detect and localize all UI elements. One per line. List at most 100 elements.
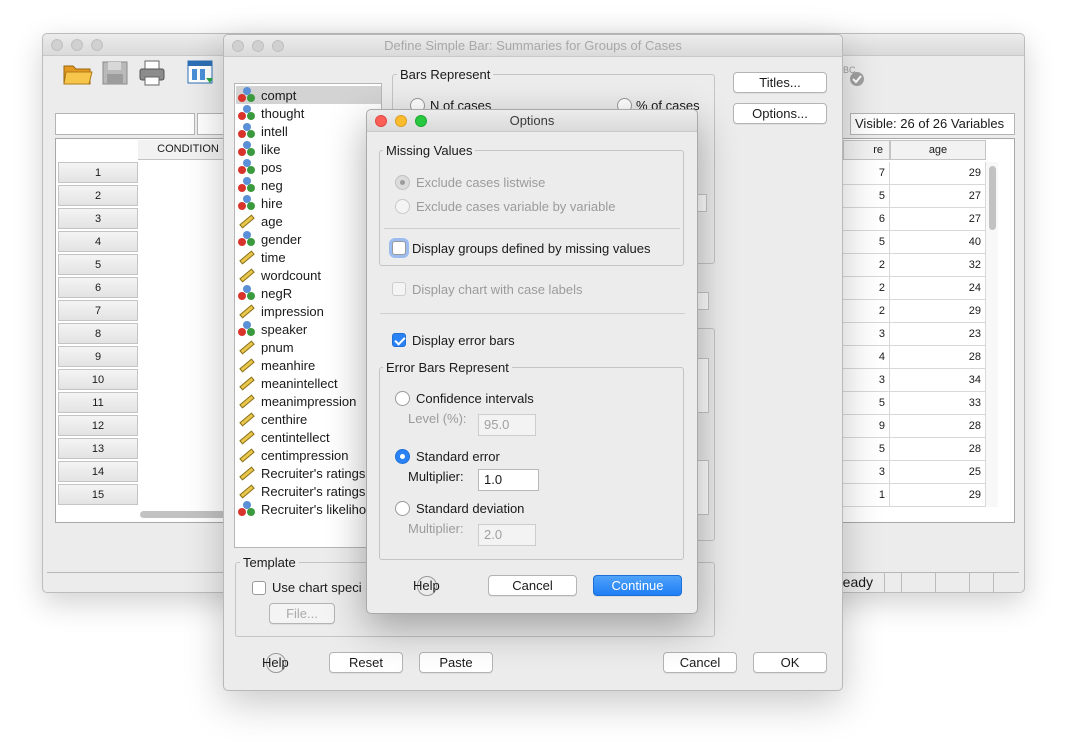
variable-item[interactable]: impression [236,302,381,320]
age-cell[interactable]: 34 [890,369,986,392]
age-cell[interactable]: 24 [890,277,986,300]
reset-button[interactable]: Reset [329,652,403,673]
se-multiplier-input[interactable]: 1.0 [478,469,539,491]
variable-item[interactable]: Recruiter's likeliho. [236,500,381,518]
exclude-variable-radio[interactable] [395,199,410,214]
age-cell[interactable]: 40 [890,231,986,254]
age-cell[interactable]: 28 [890,438,986,461]
hire-cell[interactable]: 7 [843,162,890,185]
hire-cell[interactable]: 5 [843,231,890,254]
variable-item[interactable]: age [236,212,381,230]
variable-item[interactable]: meanintellect [236,374,381,392]
column-header-hire[interactable]: re [843,140,890,160]
variable-item[interactable]: meanimpression [236,392,381,410]
standard-error-radio[interactable] [395,449,410,464]
hire-cell[interactable]: 9 [843,415,890,438]
row-header[interactable]: 6 [58,277,138,298]
age-cell[interactable]: 32 [890,254,986,277]
age-cell[interactable]: 27 [890,208,986,231]
age-cell[interactable]: 33 [890,392,986,415]
cell-reference-field[interactable] [55,113,195,135]
confidence-intervals-radio[interactable] [395,391,410,406]
hire-cell[interactable]: 6 [843,208,890,231]
options-button[interactable]: Options... [733,103,827,124]
use-chart-spec-checkbox[interactable] [252,581,266,595]
close-icon[interactable] [51,39,63,51]
row-header[interactable]: 3 [58,208,138,229]
row-header[interactable]: 9 [58,346,138,367]
titles-button[interactable]: Titles... [733,72,827,93]
variable-list[interactable]: compt thought intell like pos neg hire age gende… [234,83,382,548]
variable-item[interactable]: gender [236,230,381,248]
help-button[interactable]: Help [262,655,289,670]
variable-item[interactable]: time [236,248,381,266]
continue-button[interactable]: Continue [593,575,682,596]
zoom-icon[interactable] [91,39,103,51]
variable-item[interactable]: speaker [236,320,381,338]
row-header[interactable]: 15 [58,484,138,505]
row-header[interactable]: 14 [58,461,138,482]
hire-cell[interactable]: 3 [843,461,890,484]
printer-icon[interactable] [137,58,167,88]
level-input[interactable]: 95.0 [478,414,536,436]
row-header[interactable]: 10 [58,369,138,390]
spell-check-icon[interactable]: BC [843,63,869,89]
variables-view-icon[interactable] [186,58,216,88]
row-header[interactable]: 2 [58,185,138,206]
age-cell[interactable]: 28 [890,415,986,438]
age-cell[interactable]: 29 [890,162,986,185]
horizontal-scrollbar-thumb[interactable] [140,511,230,518]
variable-item[interactable]: wordcount [236,266,381,284]
variable-item[interactable]: Recruiter's ratings. [236,482,381,500]
display-case-labels-checkbox[interactable] [392,282,406,296]
hire-cell[interactable]: 2 [843,300,890,323]
age-cell[interactable]: 29 [890,484,986,507]
floppy-disk-icon[interactable] [100,58,130,88]
row-header[interactable]: 8 [58,323,138,344]
row-header[interactable]: 5 [58,254,138,275]
display-groups-missing-checkbox[interactable] [392,241,406,255]
variable-item[interactable]: negR [236,284,381,302]
minimize-icon[interactable] [71,39,83,51]
row-header[interactable]: 7 [58,300,138,321]
age-cell[interactable]: 27 [890,185,986,208]
age-cell[interactable]: 29 [890,300,986,323]
hire-cell[interactable]: 4 [843,346,890,369]
hire-cell[interactable]: 5 [843,185,890,208]
paste-button[interactable]: Paste [419,652,493,673]
sd-multiplier-input[interactable]: 2.0 [478,524,536,546]
file-button[interactable]: File... [269,603,335,624]
hire-cell[interactable]: 1 [843,484,890,507]
variable-item[interactable]: like [236,140,381,158]
display-error-bars-checkbox[interactable] [392,333,406,347]
variable-item[interactable]: pos [236,158,381,176]
row-header[interactable]: 13 [58,438,138,459]
row-header[interactable]: 12 [58,415,138,436]
variable-item[interactable]: Recruiter's ratings. [236,464,381,482]
row-header[interactable]: 1 [58,162,138,183]
variable-item[interactable]: hire [236,194,381,212]
variable-item[interactable]: neg [236,176,381,194]
age-cell[interactable]: 28 [890,346,986,369]
hire-cell[interactable]: 3 [843,369,890,392]
age-cell[interactable]: 23 [890,323,986,346]
scrollbar-thumb[interactable] [989,166,996,230]
cancel-button[interactable]: Cancel [663,652,737,673]
exclude-listwise-radio[interactable] [395,175,410,190]
column-header-age[interactable]: age [890,140,986,160]
hire-cell[interactable]: 2 [843,254,890,277]
options-help-button[interactable]: Help [413,578,440,593]
row-header[interactable]: 4 [58,231,138,252]
row-header[interactable]: 11 [58,392,138,413]
age-cell[interactable]: 25 [890,461,986,484]
hire-cell[interactable]: 5 [843,438,890,461]
variable-item[interactable]: centimpression [236,446,381,464]
hire-cell[interactable]: 5 [843,392,890,415]
hire-cell[interactable]: 3 [843,323,890,346]
folder-open-icon[interactable] [62,58,93,88]
options-cancel-button[interactable]: Cancel [488,575,577,596]
variable-item[interactable]: meanhire [236,356,381,374]
variable-item[interactable]: centhire [236,410,381,428]
hire-cell[interactable]: 2 [843,277,890,300]
data-grid-scrollbar[interactable] [986,162,998,507]
